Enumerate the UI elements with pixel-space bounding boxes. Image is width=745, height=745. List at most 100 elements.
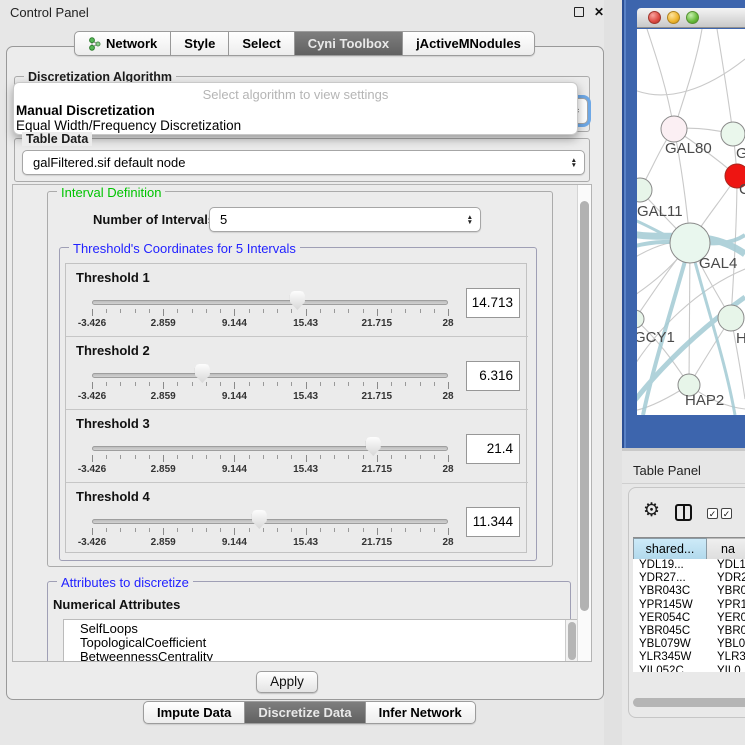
panel-title: Control Panel — [10, 5, 89, 20]
slider-ticks — [92, 309, 448, 316]
table-row[interactable]: YDL19...YDL1 — [633, 559, 745, 572]
threshold-value-field[interactable]: 21.4 — [466, 434, 520, 464]
tab-jactivemnodules[interactable]: jActiveMNodules — [403, 31, 535, 56]
list-scrollbar-thumb[interactable] — [568, 622, 576, 660]
settings-scrollbar[interactable] — [577, 185, 591, 661]
network-canvas[interactable]: GAL80 GA C GAL11 GAL4 GCY1 H HAP2 — [637, 29, 745, 415]
table-horizontal-scrollbar-thumb[interactable] — [633, 698, 745, 707]
network-node[interactable] — [718, 305, 744, 331]
node-label: H — [736, 330, 745, 347]
slider-thumb[interactable] — [195, 364, 210, 383]
table-panel-header: Table Panel — [622, 448, 745, 484]
list-item[interactable]: TopologicalCoefficient — [64, 636, 577, 650]
columns-icon[interactable] — [675, 504, 692, 521]
table-row[interactable]: YBL079WYBL0 — [633, 638, 745, 651]
close-window-icon[interactable] — [648, 11, 661, 24]
table-row[interactable]: YLR345WYLR3 — [633, 651, 745, 664]
slider-ticks — [92, 382, 448, 389]
threshold-row-1: Threshold 1 -3.4262.8599.14415.4321.7152… — [66, 264, 528, 336]
settings-scrollbar-thumb[interactable] — [580, 201, 589, 611]
table-row[interactable]: YER054CYER0 — [633, 612, 745, 625]
slider-track[interactable] — [92, 446, 448, 451]
gear-icon[interactable]: ⚙ — [643, 502, 660, 520]
table-row[interactable]: YBR043CYBR0 — [633, 585, 745, 598]
dropdown-hint: Select algorithm to view settings — [14, 87, 577, 102]
panel-divider — [604, 0, 622, 745]
threshold-row-3: Threshold 3 -3.4262.8599.14415.4321.7152… — [66, 409, 528, 481]
node-label: GAL11 — [637, 203, 683, 220]
threshold-value-field[interactable]: 11.344 — [466, 507, 520, 537]
table-data-title: Table Data — [22, 132, 92, 146]
table-header-row: shared... na — [633, 537, 745, 559]
list-item[interactable]: BetweennessCentrality — [64, 650, 577, 662]
minimize-window-icon[interactable] — [667, 11, 680, 24]
network-node-gcy1[interactable] — [637, 310, 644, 328]
combo-arrows-icon: ▲▼ — [467, 215, 473, 225]
table-row[interactable]: YIL052CYIL0 — [633, 665, 745, 673]
threshold-value-field[interactable]: 6.316 — [466, 361, 520, 391]
network-node-gal11[interactable] — [637, 178, 652, 202]
slider-thumb[interactable] — [252, 510, 267, 529]
number-of-intervals-label: Number of Intervals — [93, 212, 215, 227]
tab-network[interactable]: Network — [74, 31, 171, 56]
threshold-value-field[interactable]: 14.713 — [466, 288, 520, 318]
checkbox-icon[interactable]: ✓ — [707, 508, 718, 519]
tab-cyni-toolbox[interactable]: Cyni Toolbox — [295, 31, 403, 56]
slider-thumb[interactable] — [366, 437, 381, 456]
slider-tick-labels: -3.4262.8599.14415.4321.71528 — [92, 391, 448, 403]
node-label: GCY1 — [637, 329, 675, 346]
dropdown-option-equal-width[interactable]: Equal Width/Frequency Discretization — [15, 118, 576, 133]
attributes-group-title: Attributes to discretize — [57, 575, 193, 590]
node-label: HAP2 — [685, 392, 724, 409]
table-horizontal-scrollbar[interactable] — [633, 698, 745, 707]
tab-style[interactable]: Style — [171, 31, 229, 56]
bottom-tabs: Impute Data Discretize Data Infer Networ… — [143, 701, 476, 724]
algorithm-dropdown-popup: Select algorithm to view settings Manual… — [13, 82, 578, 135]
apply-button[interactable]: Apply — [256, 671, 318, 693]
network-window-titlebar[interactable] — [637, 8, 745, 28]
slider-track[interactable] — [92, 373, 448, 378]
number-of-intervals-combobox[interactable]: 5 ▲▼ — [209, 207, 481, 232]
checkbox-icon[interactable]: ✓ — [721, 508, 732, 519]
combo-arrows-icon: ▲▼ — [571, 158, 577, 168]
slider-ticks — [92, 528, 448, 535]
dropdown-option-manual[interactable]: Manual Discretization — [15, 103, 576, 118]
list-item[interactable]: SelfLoops — [64, 620, 577, 636]
threshold-label: Threshold 2 — [76, 343, 150, 358]
network-node[interactable] — [721, 122, 745, 146]
column-header-shared-name[interactable]: shared... — [633, 538, 707, 560]
node-label: C — [739, 181, 745, 198]
table-row[interactable]: YBR045CYBR0 — [633, 625, 745, 638]
interval-definition-title: Interval Definition — [57, 185, 165, 200]
threshold-label: Threshold 4 — [76, 489, 150, 504]
node-label: GA — [736, 145, 745, 162]
slider-track[interactable] — [92, 300, 448, 305]
tab-impute-data[interactable]: Impute Data — [143, 701, 245, 724]
numerical-attributes-label: Numerical Attributes — [53, 597, 180, 612]
threshold-row-2: Threshold 2 -3.4262.8599.14415.4321.7152… — [66, 336, 528, 408]
threshold-label: Threshold 1 — [76, 270, 150, 285]
threshold-rows-container: Threshold 1 -3.4262.8599.14415.4321.7152… — [65, 263, 527, 553]
slider-track[interactable] — [92, 519, 448, 524]
column-header-name[interactable]: na — [707, 538, 745, 560]
screen: Control Panel ✕ Network Style Select Cyn… — [0, 0, 745, 745]
slider-ticks — [92, 455, 448, 462]
tab-select[interactable]: Select — [229, 31, 294, 56]
table-row[interactable]: YPR145WYPR1 — [633, 599, 745, 612]
table-rows: YDL19...YDL1 YDR27...YDR2 YBR043CYBR0 YP… — [633, 559, 745, 672]
network-view-window: GAL80 GA C GAL11 GAL4 GCY1 H HAP2 — [622, 0, 745, 450]
control-panel-tabs: Network Style Select Cyni Toolbox jActiv… — [74, 31, 535, 56]
float-panel-button[interactable] — [572, 6, 586, 20]
slider-thumb[interactable] — [290, 291, 305, 310]
network-node-gal80[interactable] — [661, 116, 687, 142]
float-icon — [574, 7, 584, 17]
table-panel-title: Table Panel — [633, 463, 701, 478]
threshold-row-4: Threshold 4 -3.4262.8599.14415.4321.7152… — [66, 482, 528, 554]
table-data-combobox[interactable]: galFiltered.sif default node ▲▼ — [22, 150, 585, 175]
tab-discretize-data[interactable]: Discretize Data — [245, 701, 365, 724]
tab-infer-network[interactable]: Infer Network — [366, 701, 476, 724]
settings-scrollpane: Interval Definition Number of Intervals … — [12, 184, 592, 662]
list-scrollbar[interactable] — [565, 620, 577, 662]
zoom-window-icon[interactable] — [686, 11, 699, 24]
table-row[interactable]: YDR27...YDR2 — [633, 572, 745, 585]
